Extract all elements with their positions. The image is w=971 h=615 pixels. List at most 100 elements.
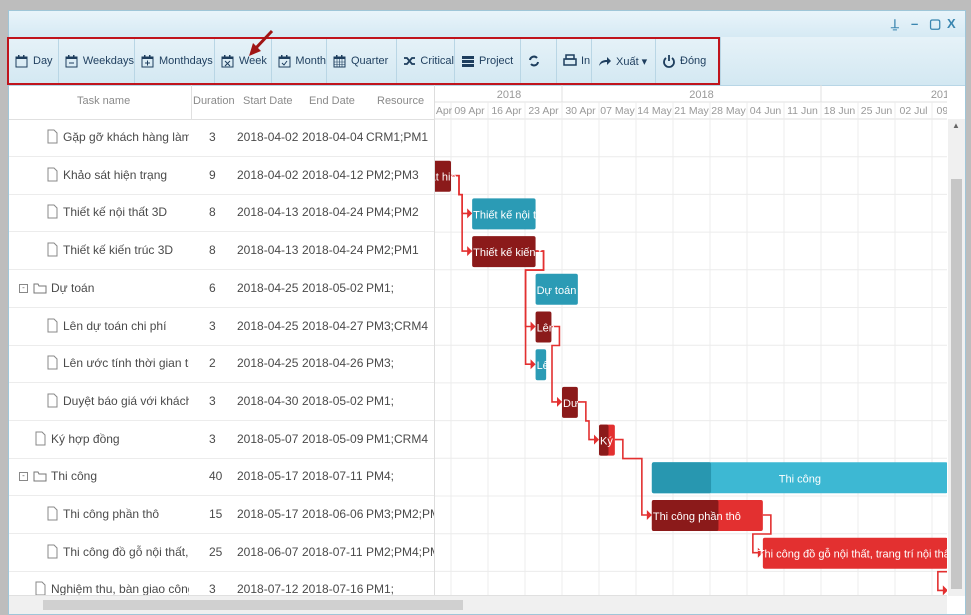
- toolbar-button-refresh[interactable]: [521, 37, 557, 85]
- col-start-date[interactable]: Start Date: [243, 95, 293, 107]
- scroll-up-icon[interactable]: ▲: [952, 121, 960, 130]
- task-row[interactable]: Thi công phần thô 15 2018-05-17 2018-06-06 P…: [9, 496, 434, 534]
- toolbar-button-weekdays[interactable]: Weekdays: [59, 37, 135, 85]
- toolbar-button-ng[interactable]: Đóng: [656, 37, 721, 85]
- task-end-date: 2018-06-06: [302, 507, 364, 521]
- calendar-check-icon: [278, 55, 291, 68]
- task-row[interactable]: Gặp gỡ khách hàng làm rõ 3 2018-04-022018-…: [9, 119, 434, 157]
- annotation-arrow-icon: [249, 29, 274, 56]
- task-end-date: 2018-07-16: [302, 582, 364, 596]
- vertical-scrollbar[interactable]: ▲: [948, 119, 965, 596]
- file-icon: [47, 167, 58, 182]
- file-icon: [47, 129, 58, 144]
- link-arrow-icon: [646, 510, 652, 520]
- task-resource: PM3;PM2;PM1: [366, 507, 434, 521]
- task-start-date: 2018-04-25: [237, 280, 299, 295]
- task-end-date: 2018-04-27: [302, 318, 364, 333]
- col-resource[interactable]: Resource: [377, 95, 424, 107]
- week-label: 30 Apr: [565, 105, 596, 117]
- task-row[interactable]: Nghiệm thu, bàn giao công trì 3 2018-07-12…: [9, 571, 434, 596]
- toolbar-button-month[interactable]: Month: [272, 37, 327, 85]
- toolbar-button-label: Critical: [420, 55, 454, 67]
- folder-icon: [33, 471, 47, 482]
- title-bar: ⍊ – ▢ X: [9, 11, 965, 37]
- calendar-icon: [15, 55, 28, 68]
- task-bar-label: Thi công phần thô: [653, 511, 741, 523]
- col-end-date[interactable]: End Date: [309, 95, 355, 107]
- task-resource: PM2;PM4;PM1: [366, 544, 434, 559]
- file-icon: [47, 318, 58, 332]
- power-icon: [663, 55, 675, 68]
- task-bar-label: Thi công đồ gỗ nội thất, trang trí nội t…: [758, 548, 947, 561]
- task-row[interactable]: Khảo sát hiện trạng 9 2018-04-02 2018-04-12…: [9, 157, 434, 195]
- task-row[interactable]: Ký hợp đồng 3 2018-05-07 2018-05-09 PM1;CRM4: [9, 421, 434, 459]
- link-arrow-icon: [557, 396, 562, 407]
- toolbar-button-quarter[interactable]: Quarter: [327, 37, 397, 85]
- toolbar-button-label: Monthdays: [159, 55, 213, 67]
- horizontal-scroll-thumb[interactable]: [43, 600, 463, 610]
- toolbar-button-label: Quarter: [351, 55, 389, 67]
- task-name: Thi công đồ gỗ nội thất, tran: [63, 544, 189, 559]
- link-arrow-icon: [467, 246, 473, 257]
- week-label: 18 Jun: [824, 105, 856, 117]
- task-name: Duyệt báo giá với khách hà: [63, 393, 189, 408]
- vertical-scroll-thumb[interactable]: [951, 179, 962, 589]
- task-row[interactable]: Lên dự toán chi phí 3 2018-04-25 2018-04-27…: [9, 308, 434, 346]
- toolbar-button-label: In: [581, 55, 591, 67]
- pin-icon[interactable]: ⍊: [891, 16, 899, 32]
- week-label: 14 May: [637, 105, 672, 117]
- week-label: Apr: [436, 105, 453, 117]
- col-task-name[interactable]: Task name: [77, 95, 130, 107]
- task-start-date: 2018-04-13: [237, 205, 299, 220]
- calendar-grid-icon: [333, 55, 346, 68]
- task-row[interactable]: - Thi công 40 2018-05-17 2018-07-11 PM4;: [9, 458, 434, 497]
- dependency-link: [551, 325, 561, 403]
- file-icon: [47, 544, 58, 559]
- collapse-toggle-icon[interactable]: -: [19, 472, 28, 482]
- week-label: 09 Jul: [936, 105, 947, 117]
- week-label: 11 Jun: [787, 105, 818, 117]
- task-row[interactable]: - Dự toán 6 2018-04-25 2018-05-02 PM1;: [9, 270, 434, 308]
- task-duration: 40: [209, 469, 223, 484]
- task-name: Thiết kế nội thất 3D: [63, 205, 168, 220]
- toolbar-button-critical[interactable]: Critical: [397, 37, 455, 85]
- horizontal-scrollbar[interactable]: [9, 595, 947, 614]
- task-resource: PM1;CRM4: [366, 431, 429, 446]
- toolbar-button-day[interactable]: Day: [9, 37, 59, 85]
- task-duration: 2: [209, 356, 216, 371]
- minimize-icon[interactable]: –: [911, 16, 918, 31]
- week-label: 04 Jun: [750, 105, 782, 117]
- maximize-icon[interactable]: ▢: [929, 16, 941, 32]
- task-row[interactable]: Thi công đồ gỗ nội thất, tran 25 2018-06-0…: [9, 534, 434, 572]
- col-duration[interactable]: Duration: [193, 95, 235, 107]
- task-start-date: 2018-06-07: [237, 544, 299, 559]
- toolbar-button-label: Month: [295, 55, 326, 67]
- task-start-date: 2018-05-07: [237, 431, 299, 446]
- task-row[interactable]: Thiết kế kiến trúc 3D 8 2018-04-13 2018-04-…: [9, 232, 434, 271]
- calendar-x-icon: [221, 55, 234, 68]
- task-duration: 15: [209, 507, 223, 521]
- task-resource: PM1;: [366, 582, 395, 596]
- task-row[interactable]: Duyệt báo giá với khách hà 3 2018-04-30201…: [9, 383, 434, 421]
- gantt-chart: 201820182018201Apr09 Apr16 Apr23 Apr30 A…: [434, 85, 947, 596]
- task-duration: 3: [209, 318, 216, 333]
- year-label: 201: [931, 89, 947, 101]
- calendar-plus-icon: [141, 55, 154, 68]
- toolbar-button-in[interactable]: In: [557, 37, 592, 85]
- task-row[interactable]: Lên ước tính thời gian thi cô 2 2018-04-25…: [9, 345, 434, 384]
- task-name: Thi công: [51, 469, 98, 484]
- task-row[interactable]: Thiết kế nội thất 3D 8 2018-04-13 2018-04-2…: [9, 194, 434, 233]
- toolbar-button-monthdays[interactable]: Monthdays: [135, 37, 215, 85]
- gantt-window: ⍊ – ▢ X Day Weekdays Monthdays Week Month Qua…: [7, 10, 966, 615]
- shuffle-icon: [404, 57, 415, 65]
- close-icon[interactable]: X: [947, 16, 956, 31]
- refresh-icon: [529, 55, 539, 67]
- week-label: 02 Jul: [899, 105, 927, 117]
- task-start-date: 2018-05-17: [237, 507, 299, 521]
- dependency-link: [614, 438, 648, 516]
- year-label: 2018: [689, 89, 713, 101]
- toolbar-button-project[interactable]: Project: [455, 37, 521, 85]
- task-bar-progress: [651, 462, 712, 494]
- collapse-toggle-icon[interactable]: -: [19, 283, 28, 293]
- toolbar-button-xut[interactable]: Xuất ▾: [592, 37, 656, 85]
